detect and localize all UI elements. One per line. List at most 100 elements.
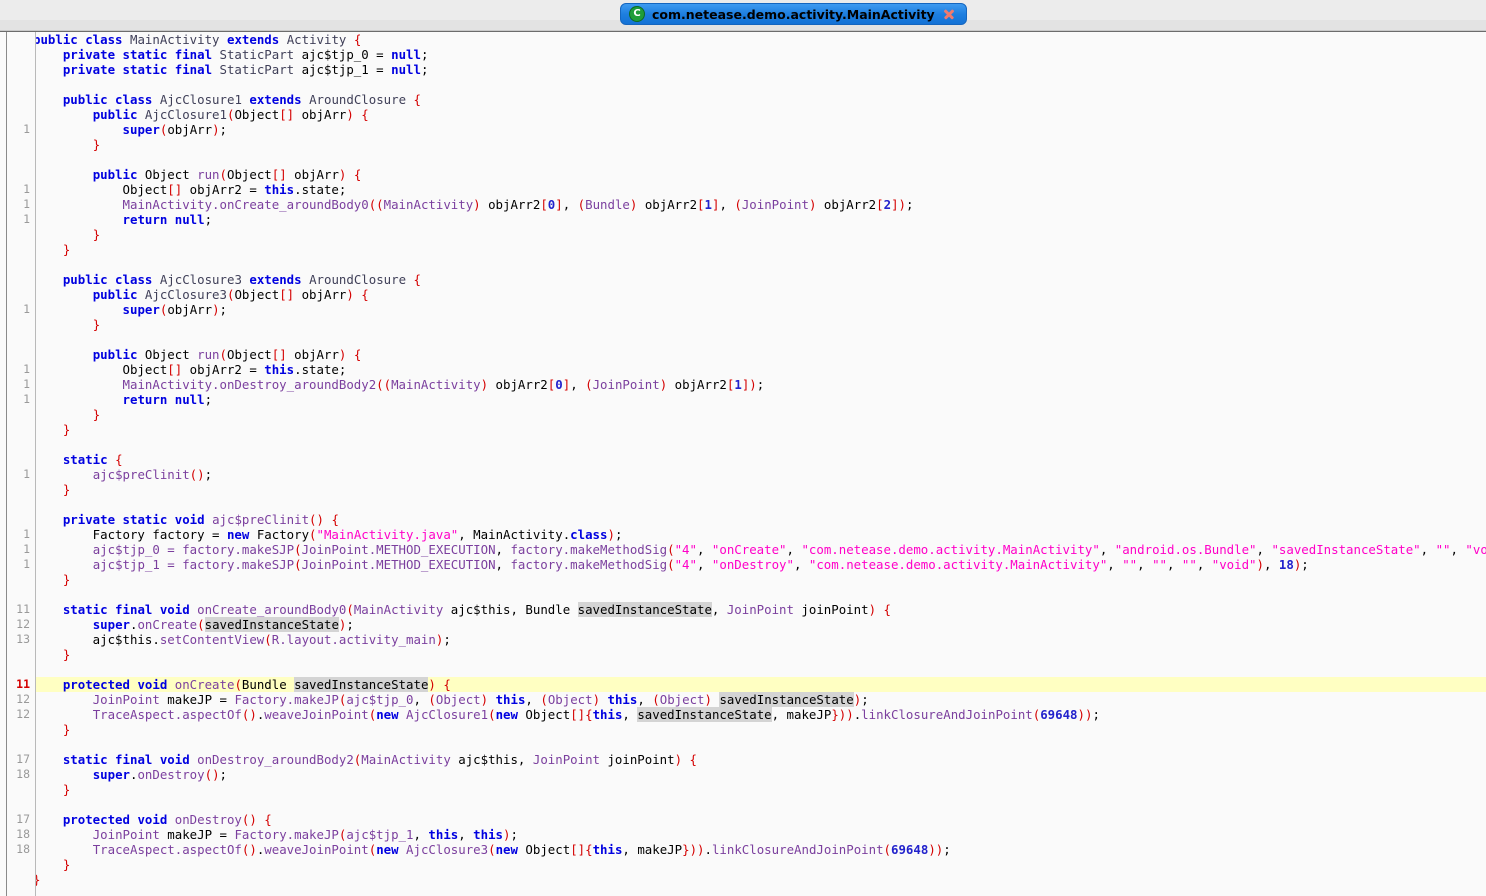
- code-editor[interactable]: public class MainActivity extends Activi…: [0, 31, 1486, 896]
- code-line[interactable]: 1 super(objArr);: [0, 122, 1486, 137]
- close-icon[interactable]: [942, 7, 956, 21]
- line-number: 1: [23, 212, 30, 226]
- code-line[interactable]: 11 protected void onCreate(Bundle savedI…: [0, 677, 1486, 692]
- code-content[interactable]: public class MainActivity extends Activi…: [0, 32, 1486, 896]
- line-number: 18: [16, 827, 30, 841]
- code-line[interactable]: 1 ajc$tjp_1 = factory.makeSJP(JoinPoint.…: [0, 557, 1486, 572]
- code-line[interactable]: }: [0, 422, 1486, 437]
- code-line[interactable]: public Object run(Object[] objArr) {: [0, 347, 1486, 362]
- line-number: 17: [16, 812, 30, 826]
- code-line[interactable]: 13 ajc$this.setContentView(R.layout.acti…: [0, 632, 1486, 647]
- code-line-text: TraceAspect.aspectOf().weaveJoinPoint(ne…: [92, 707, 1100, 722]
- code-line[interactable]: [0, 257, 1486, 272]
- code-line[interactable]: 1 super(objArr);: [0, 302, 1486, 317]
- code-line[interactable]: public AjcClosure1(Object[] objArr) {: [0, 107, 1486, 122]
- code-line[interactable]: public class AjcClosure1 extends AroundC…: [0, 92, 1486, 107]
- code-line[interactable]: 12 TraceAspect.aspectOf().weaveJoinPoint…: [0, 707, 1486, 722]
- code-line[interactable]: public AjcClosure3(Object[] objArr) {: [0, 287, 1486, 302]
- line-number: 1: [23, 527, 30, 541]
- code-line[interactable]: [0, 662, 1486, 677]
- code-line[interactable]: private static void ajc$preClinit() {: [0, 512, 1486, 527]
- code-line[interactable]: }: [0, 722, 1486, 737]
- code-line-text: public AjcClosure1(Object[] objArr) {: [92, 107, 369, 122]
- editor-tab-mainactivity[interactable]: C com.netease.demo.activity.MainActivity: [620, 3, 967, 25]
- code-line[interactable]: 17 protected void onDestroy() {: [0, 812, 1486, 827]
- code-line[interactable]: [0, 587, 1486, 602]
- code-line[interactable]: 18 JoinPoint makeJP = Factory.makeJP(ajc…: [0, 827, 1486, 842]
- line-number: 12: [16, 692, 30, 706]
- code-line[interactable]: }: [0, 227, 1486, 242]
- code-line[interactable]: 1 MainActivity.onCreate_aroundBody0((Mai…: [0, 197, 1486, 212]
- code-line[interactable]: }: [0, 137, 1486, 152]
- line-number: 11: [16, 602, 30, 616]
- code-line[interactable]: [0, 77, 1486, 92]
- code-line[interactable]: }: [0, 782, 1486, 797]
- code-line[interactable]: 1 return null;: [0, 212, 1486, 227]
- code-line[interactable]: }: [0, 872, 1486, 887]
- code-line[interactable]: 1 return null;: [0, 392, 1486, 407]
- code-line-text: }: [62, 572, 71, 587]
- line-number: 1: [23, 392, 30, 406]
- code-line[interactable]: }: [0, 482, 1486, 497]
- code-line[interactable]: 1 Object[] objArr2 = this.state;: [0, 362, 1486, 377]
- code-line[interactable]: private static final StaticPart ajc$tjp_…: [0, 62, 1486, 77]
- code-line-text: ajc$tjp_1 = factory.makeSJP(JoinPoint.ME…: [92, 557, 1309, 572]
- code-line-text: public AjcClosure3(Object[] objArr) {: [92, 287, 369, 302]
- code-line[interactable]: public class AjcClosure3 extends AroundC…: [0, 272, 1486, 287]
- code-line-text: }: [62, 782, 71, 797]
- code-line[interactable]: }: [0, 317, 1486, 332]
- code-line-text: public Object run(Object[] objArr) {: [92, 167, 362, 182]
- code-line[interactable]: }: [0, 242, 1486, 257]
- code-line[interactable]: [0, 437, 1486, 452]
- code-line-text: private static void ajc$preClinit() {: [62, 512, 339, 527]
- code-line-text: }: [62, 857, 71, 872]
- code-line[interactable]: 1 ajc$tjp_0 = factory.makeSJP(JoinPoint.…: [0, 542, 1486, 557]
- code-line[interactable]: [0, 332, 1486, 347]
- code-line-text: static {: [62, 452, 123, 467]
- code-line-text: return null;: [122, 212, 213, 227]
- code-line[interactable]: 12 super.onCreate(savedInstanceState);: [0, 617, 1486, 632]
- code-line[interactable]: public class MainActivity extends Activi…: [0, 32, 1486, 47]
- code-line[interactable]: }: [0, 857, 1486, 872]
- code-line-text: super(objArr);: [122, 302, 228, 317]
- code-line[interactable]: [0, 152, 1486, 167]
- line-number: 1: [23, 557, 30, 571]
- code-line[interactable]: 1 MainActivity.onDestroy_aroundBody2((Ma…: [0, 377, 1486, 392]
- code-line-text: ajc$preClinit();: [92, 467, 213, 482]
- code-line[interactable]: public Object run(Object[] objArr) {: [0, 167, 1486, 182]
- code-line[interactable]: static {: [0, 452, 1486, 467]
- line-number: 1: [23, 182, 30, 196]
- code-line-text: public class MainActivity extends Activi…: [33, 32, 362, 47]
- code-line[interactable]: }: [0, 647, 1486, 662]
- code-line[interactable]: 1 Factory factory = new Factory("MainAct…: [0, 527, 1486, 542]
- code-line-text: private static final StaticPart ajc$tjp_…: [62, 62, 429, 77]
- code-line-text: MainActivity.onCreate_aroundBody0((MainA…: [122, 197, 914, 212]
- code-line-text: }: [62, 242, 71, 257]
- code-line[interactable]: }: [0, 572, 1486, 587]
- code-line[interactable]: [0, 497, 1486, 512]
- code-line-text: }: [92, 227, 101, 242]
- code-line[interactable]: 1 Object[] objArr2 = this.state;: [0, 182, 1486, 197]
- code-line-text: }: [92, 317, 101, 332]
- code-line-text: TraceAspect.aspectOf().weaveJoinPoint(ne…: [92, 842, 951, 857]
- code-line-text: }: [33, 872, 41, 887]
- code-line[interactable]: }: [0, 407, 1486, 422]
- code-line[interactable]: 12 JoinPoint makeJP = Factory.makeJP(ajc…: [0, 692, 1486, 707]
- java-class-icon: C: [629, 6, 645, 22]
- code-line[interactable]: 17 static final void onDestroy_aroundBod…: [0, 752, 1486, 767]
- code-line-text: Object[] objArr2 = this.state;: [33, 182, 347, 197]
- code-line[interactable]: 11 static final void onCreate_aroundBody…: [0, 602, 1486, 617]
- code-line[interactable]: [0, 797, 1486, 812]
- code-line[interactable]: private static final StaticPart ajc$tjp_…: [0, 47, 1486, 62]
- code-line[interactable]: [0, 737, 1486, 752]
- code-line[interactable]: 1 ajc$preClinit();: [0, 467, 1486, 482]
- code-line[interactable]: 18 TraceAspect.aspectOf().weaveJoinPoint…: [0, 842, 1486, 857]
- line-number: 1: [23, 302, 30, 316]
- code-line[interactable]: 18 super.onDestroy();: [0, 767, 1486, 782]
